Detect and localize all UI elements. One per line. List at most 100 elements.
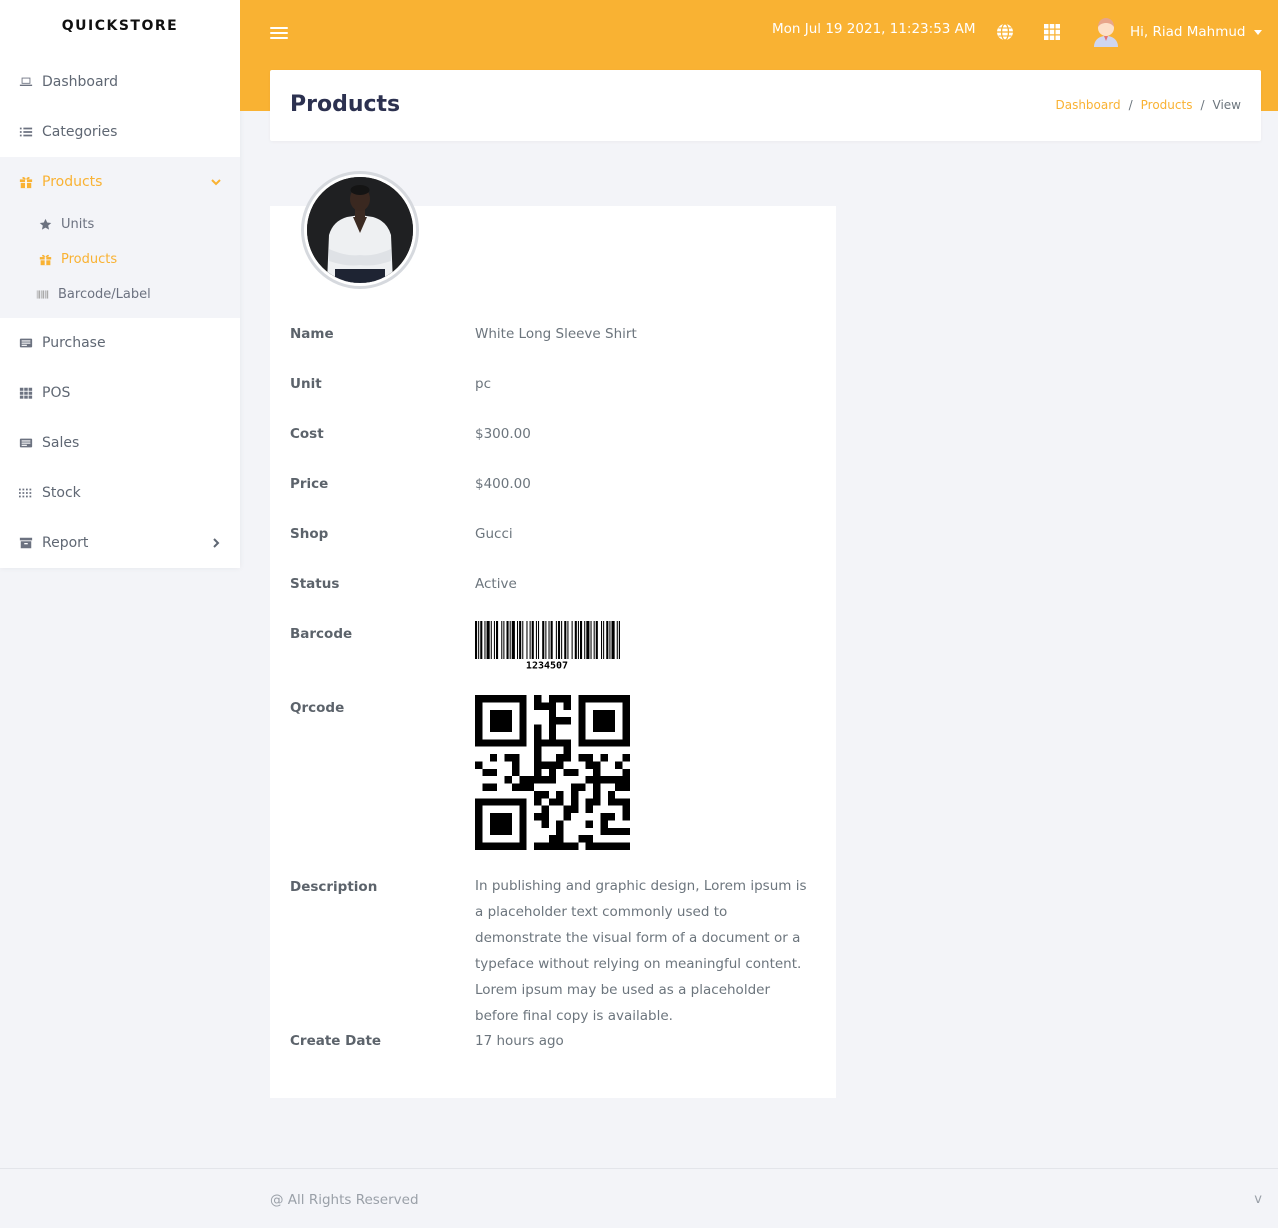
- qrcode-module: [622, 776, 630, 784]
- barcode-bar: [506, 621, 509, 659]
- label-description: Description: [290, 879, 378, 895]
- qrcode-module: [593, 842, 601, 850]
- qrcode-module: [511, 695, 520, 703]
- qrcode-module: [548, 798, 557, 806]
- barcode-bar: [567, 621, 569, 659]
- qrcode-module: [504, 724, 512, 732]
- qrcode-module: [570, 842, 579, 850]
- qrcode-module: [534, 702, 542, 710]
- sidebar-subitem-products[interactable]: Products: [0, 242, 240, 277]
- qrcode-module: [489, 695, 498, 703]
- qrcode-module: [475, 813, 483, 821]
- qrcode-module: [563, 754, 571, 762]
- sidebar-item-products[interactable]: Products: [0, 157, 240, 207]
- barcode-bar: [501, 621, 503, 659]
- breadcrumb-products[interactable]: Products: [1141, 98, 1193, 112]
- globe-icon[interactable]: [996, 23, 1014, 41]
- qrcode-module: [607, 724, 616, 732]
- sidebar-subitem-units[interactable]: Units: [0, 207, 240, 242]
- footer-copyright: @ All Rights Reserved: [270, 1192, 419, 1208]
- star-icon: [38, 217, 53, 232]
- sidebar-subitem-barcode-label[interactable]: Barcode/Label: [0, 277, 240, 312]
- sidebar-item-label: Purchase: [42, 335, 106, 351]
- qrcode-module: [475, 717, 483, 725]
- page-header: Products Dashboard / Products / View: [270, 70, 1261, 141]
- barcode-image: 1234507: [475, 621, 620, 671]
- qrcode-module: [504, 820, 512, 828]
- barcode-bar: [555, 621, 557, 659]
- gift-icon: [18, 174, 34, 190]
- label-barcode: Barcode: [290, 626, 353, 642]
- qrcode-module: [622, 709, 630, 718]
- qrcode-module: [482, 695, 490, 703]
- qrcode-module: [570, 768, 579, 777]
- qrcode-module: [475, 827, 483, 836]
- qrcode-module: [578, 724, 586, 732]
- qrcode-module: [548, 768, 557, 777]
- qrcode-module: [534, 754, 542, 762]
- sidebar-item-label: Products: [42, 174, 103, 190]
- qrcode-module: [519, 724, 527, 732]
- menu-toggle-icon[interactable]: [270, 24, 288, 42]
- qrcode-module: [585, 695, 594, 703]
- qrcode-module: [511, 783, 520, 791]
- qrcode-module: [534, 731, 542, 740]
- qrcode-module: [622, 827, 630, 836]
- qrcode-module: [475, 702, 483, 710]
- sidebar-item-pos[interactable]: POS: [0, 368, 240, 418]
- qrcode-module: [600, 739, 608, 747]
- label-unit: Unit: [290, 376, 322, 392]
- breadcrumb-dashboard[interactable]: Dashboard: [1055, 98, 1120, 112]
- sidebar-item-label: Dashboard: [42, 74, 118, 90]
- qrcode-module: [497, 842, 505, 850]
- qrcode-module: [519, 695, 527, 703]
- qrcode-module: [475, 835, 483, 843]
- apps-grid-icon[interactable]: [1043, 23, 1061, 41]
- qrcode-module: [511, 739, 520, 747]
- qrcode-module: [489, 768, 498, 777]
- qrcode-module: [497, 724, 505, 732]
- sidebar-item-label: POS: [42, 385, 71, 401]
- qrcode-module: [541, 739, 549, 747]
- qrcode-module: [615, 798, 623, 806]
- sidebar-item-categories[interactable]: Categories: [0, 107, 240, 157]
- qrcode-module: [519, 842, 527, 850]
- qrcode-module: [593, 783, 601, 791]
- qrcode-module: [600, 695, 608, 703]
- value-name: White Long Sleeve Shirt: [475, 326, 637, 342]
- qrcode-module: [475, 761, 483, 769]
- datetime: Mon Jul 19 2021, 11:23:53 AM: [772, 21, 976, 37]
- barcode-bar: [484, 621, 486, 659]
- qrcode-module: [534, 761, 542, 769]
- value-cost: $300.00: [475, 426, 531, 442]
- qrcode-module: [607, 776, 616, 784]
- qrcode-module: [585, 739, 594, 747]
- barcode-bar: [611, 621, 615, 659]
- qrcode-module: [519, 739, 527, 747]
- products-group: Products Units Products Barcode/Label: [0, 157, 240, 318]
- receipt-icon: [18, 335, 34, 351]
- qrcode-module: [622, 724, 630, 732]
- qrcode-module: [475, 739, 483, 747]
- barcode-bar: [593, 621, 595, 659]
- qrcode-module: [534, 813, 542, 821]
- sidebar-item-purchase[interactable]: Purchase: [0, 318, 240, 368]
- user-menu[interactable]: Hi, Riad Mahmud: [1092, 17, 1262, 47]
- brand-logo[interactable]: QUICKSTORE: [0, 0, 240, 52]
- qrcode-module: [600, 827, 608, 836]
- barcode-bar: [480, 621, 483, 659]
- sidebar-item-stock[interactable]: Stock: [0, 468, 240, 518]
- barcode-bar: [603, 621, 605, 659]
- qrcode-module: [593, 798, 601, 806]
- qrcode-module: [570, 805, 579, 814]
- barcode-bar: [526, 621, 528, 659]
- qrcode-module: [607, 695, 616, 703]
- qrcode-module: [622, 702, 630, 710]
- qrcode-module: [622, 798, 630, 806]
- label-cost: Cost: [290, 426, 324, 442]
- qrcode-module: [511, 761, 520, 769]
- sidebar-item-report[interactable]: Report: [0, 518, 240, 568]
- qrcode-module: [504, 739, 512, 747]
- sidebar-item-dashboard[interactable]: Dashboard: [0, 57, 240, 107]
- sidebar-item-sales[interactable]: Sales: [0, 418, 240, 468]
